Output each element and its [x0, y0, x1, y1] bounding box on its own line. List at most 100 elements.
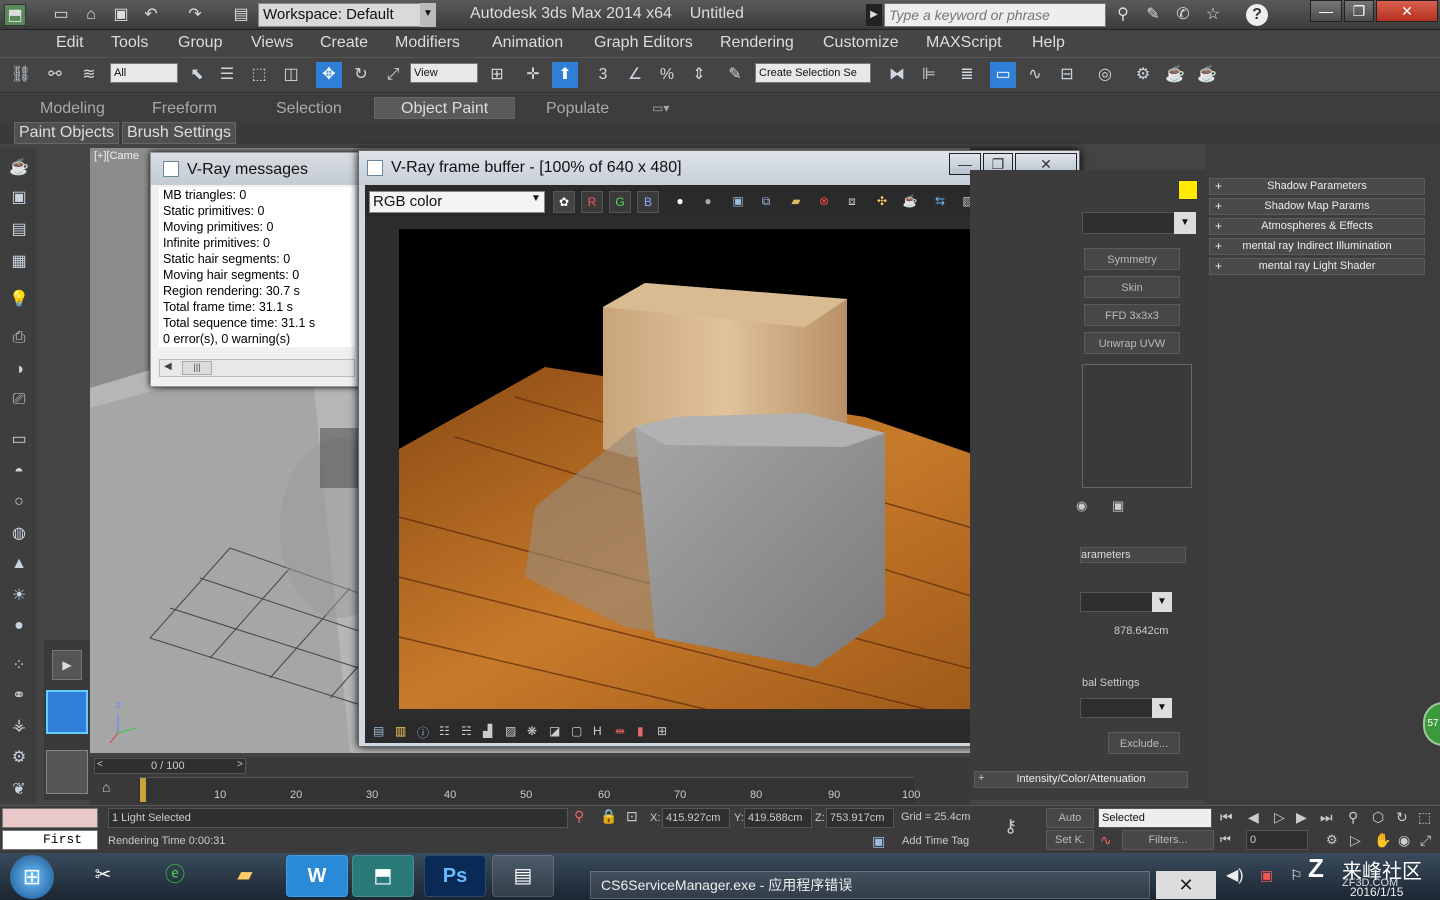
- percent-snap-icon[interactable]: %: [654, 62, 680, 88]
- key-mode-toggle-icon[interactable]: ⏮: [1220, 832, 1231, 847]
- duplicate-to-max-icon[interactable]: ⧈: [841, 191, 863, 213]
- isolate-selection-icon[interactable]: ⚲: [574, 808, 584, 825]
- molecule-icon[interactable]: ⚭: [6, 684, 32, 708]
- image-icon[interactable]: ▣: [6, 186, 32, 210]
- close-error-icon[interactable]: ✕: [1156, 871, 1216, 899]
- workspace-dropdown[interactable]: Workspace: Default: [258, 3, 436, 27]
- go-to-start-icon[interactable]: ⏮: [1220, 809, 1233, 826]
- hemisphere-icon[interactable]: ◓: [6, 460, 32, 484]
- cone-icon[interactable]: ▲: [6, 552, 32, 576]
- chevron-down-icon[interactable]: ▼: [1152, 698, 1172, 718]
- sphere-icon[interactable]: ○: [6, 490, 32, 514]
- menu-create[interactable]: Create: [320, 34, 368, 52]
- horizontal-icon[interactable]: H: [593, 724, 602, 738]
- go-to-end-icon[interactable]: ⏭: [1320, 809, 1333, 826]
- z-coordinate-field[interactable]: 753.917cm: [826, 808, 894, 828]
- key-filters-button[interactable]: Filters...: [1122, 830, 1214, 850]
- vertical-wipe-icon[interactable]: ⇹: [615, 724, 625, 738]
- menu-help[interactable]: Help: [1032, 34, 1065, 52]
- lock-selection-icon[interactable]: 🔒: [600, 808, 617, 825]
- zoom-all-icon[interactable]: ⬡: [1372, 809, 1384, 826]
- tab-modeling[interactable]: Modeling: [40, 100, 105, 118]
- zoom-icon[interactable]: ⚲: [1348, 809, 1358, 826]
- current-frame-field[interactable]: 0: [1246, 830, 1308, 850]
- clear-image-icon[interactable]: ⊗: [813, 191, 835, 213]
- orbit-icon[interactable]: ↻: [1396, 809, 1408, 826]
- expand-plus-icon[interactable]: +: [1215, 239, 1222, 253]
- select-by-name-icon[interactable]: ☰: [214, 62, 240, 88]
- compare-icon[interactable]: ◪: [549, 724, 560, 738]
- sun-icon[interactable]: ☀: [6, 584, 32, 608]
- camera-icon[interactable]: ⎙: [6, 326, 32, 350]
- expand-plus-icon[interactable]: +: [978, 772, 984, 784]
- maxscript-listener-output[interactable]: [2, 808, 98, 828]
- toggle-history-icon[interactable]: ▤: [373, 724, 384, 738]
- menu-edit[interactable]: Edit: [56, 34, 84, 52]
- field-of-view-icon[interactable]: ▷: [1350, 832, 1361, 849]
- color-correction-icon[interactable]: ☷: [439, 724, 450, 738]
- reference-coordinate-dropdown[interactable]: View: [410, 63, 478, 83]
- tab-brush-settings[interactable]: Brush Settings: [122, 122, 237, 144]
- keyboard-shortcut-override-icon[interactable]: ⬆: [552, 62, 578, 88]
- error-window-button[interactable]: CS6ServiceManager.exe - 应用程序错误: [590, 871, 1150, 899]
- close-button[interactable]: ✕: [1376, 0, 1438, 22]
- y-coordinate-field[interactable]: 419.588cm: [744, 808, 812, 828]
- plane-icon[interactable]: ▭: [6, 428, 32, 452]
- folder-icon[interactable]: ▰: [214, 855, 276, 897]
- save-image-icon[interactable]: ▣: [727, 191, 749, 213]
- window-crossing-icon[interactable]: ◫: [278, 62, 304, 88]
- gear-icon[interactable]: ⚙: [6, 746, 32, 770]
- info-center-toggle-icon[interactable]: ▶: [866, 4, 882, 26]
- menu-group[interactable]: Group: [178, 34, 222, 52]
- ribbon-options-icon[interactable]: ▭▾: [652, 101, 669, 115]
- set-key-button[interactable]: Set K.: [1046, 830, 1094, 850]
- action-center-icon[interactable]: ⚐: [1290, 867, 1303, 884]
- menu-maxscript[interactable]: MAXScript: [926, 34, 1002, 52]
- histogram-icon[interactable]: ▟: [483, 724, 492, 738]
- rollout-mental-ray-indirect[interactable]: mental ray Indirect Illumination: [1209, 238, 1425, 255]
- align-icon[interactable]: ⊫: [916, 62, 942, 88]
- modifier-stack[interactable]: [1082, 364, 1192, 488]
- light-bulb-icon[interactable]: 💡: [6, 288, 32, 312]
- scroll-left-icon[interactable]: ◀: [164, 361, 172, 372]
- prev-frame-icon[interactable]: <: [97, 759, 103, 770]
- rendered-frame-window-icon[interactable]: ☕: [1162, 62, 1188, 88]
- white-dot-icon[interactable]: ●: [669, 191, 691, 213]
- edit-named-selection-icon[interactable]: ✎: [722, 62, 748, 88]
- bind-space-warp-icon[interactable]: ≋: [76, 62, 102, 88]
- spinner-snap-icon[interactable]: ⇕: [686, 62, 712, 88]
- expand-plus-icon[interactable]: +: [1215, 259, 1222, 273]
- key-filters-icon[interactable]: ∿: [1100, 832, 1112, 849]
- open-folder-icon[interactable]: ▰: [785, 191, 807, 213]
- render-production-icon[interactable]: ☕: [1194, 62, 1220, 88]
- srgb-icon[interactable]: ▢: [571, 724, 582, 738]
- track-mouse-icon[interactable]: ✣: [871, 191, 893, 213]
- menu-rendering[interactable]: Rendering: [720, 34, 794, 52]
- pan-hand-icon[interactable]: ✋: [1374, 832, 1391, 849]
- wrench-icon[interactable]: ✎: [1142, 4, 1164, 26]
- toggle-ribbon-icon[interactable]: ▭: [990, 62, 1016, 88]
- grass-icon[interactable]: ❦: [6, 778, 32, 802]
- helper-icon[interactable]: ⚶: [6, 714, 32, 738]
- mirror-icon[interactable]: ⧓: [884, 62, 910, 88]
- menu-views[interactable]: Views: [251, 34, 293, 52]
- modifier-unwrap-uvw-button[interactable]: Unwrap UVW: [1084, 332, 1180, 354]
- time-tag-icon[interactable]: ▣: [872, 833, 885, 850]
- key-mode-dropdown[interactable]: Selected: [1098, 808, 1212, 828]
- menu-customize[interactable]: Customize: [823, 34, 899, 52]
- exposure-icon[interactable]: ❋: [527, 724, 537, 738]
- particles-icon[interactable]: ⁘: [6, 654, 32, 678]
- document-icon[interactable]: ▤: [6, 218, 32, 242]
- expand-arrow-icon[interactable]: ▶: [52, 650, 82, 680]
- communication-icon[interactable]: ✆: [1172, 4, 1194, 26]
- chevron-down-icon[interactable]: ▼: [1174, 212, 1196, 234]
- expand-plus-icon[interactable]: +: [1215, 199, 1222, 213]
- table-icon[interactable]: ▦: [6, 250, 32, 274]
- layer-manager-icon[interactable]: ≣: [954, 62, 980, 88]
- vray-messages-log[interactable]: MB triangles: 0 Static primitives: 0 Mov…: [159, 187, 355, 347]
- red-channel-button[interactable]: R: [581, 191, 603, 213]
- x-coordinate-field[interactable]: 415.927cm: [662, 808, 730, 828]
- floating-badge[interactable]: 57: [1423, 702, 1440, 746]
- window-app-icon[interactable]: ▤: [492, 855, 554, 897]
- exclude-button[interactable]: Exclude...: [1108, 732, 1180, 754]
